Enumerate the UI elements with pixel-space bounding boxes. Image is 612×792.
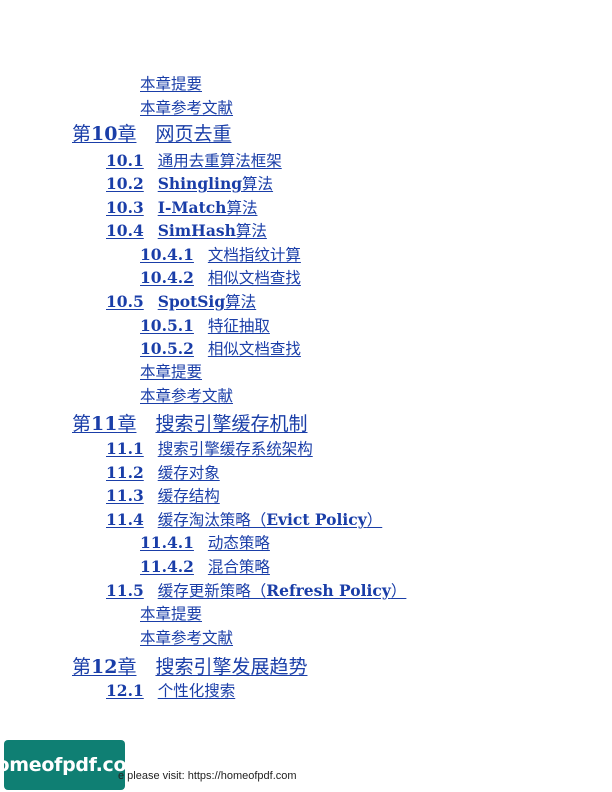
toc-entry[interactable]: 第10章 网页去重: [72, 119, 232, 146]
toc-entry[interactable]: 本章参考文献: [140, 626, 233, 648]
toc-entry[interactable]: 12.1 个性化搜索: [106, 679, 235, 701]
section-title: 通用去重算法框架: [157, 152, 282, 170]
chapter-number: 12: [91, 656, 118, 678]
toc-entry[interactable]: 10.5.1 特征抽取: [140, 314, 270, 336]
section-title: 相似文档查找: [207, 340, 301, 358]
chapter-title: 搜索引擎缓存机制: [155, 413, 308, 435]
section-title-bold: SimHash: [157, 221, 236, 240]
section-title: 本章参考文献: [140, 99, 234, 117]
section-title: 个性化搜索: [157, 682, 236, 700]
toc-entry[interactable]: 本章提要: [140, 602, 202, 624]
section-title: 本章参考文献: [140, 387, 234, 405]
toc-entry[interactable]: 10.1 通用去重算法框架: [106, 149, 282, 171]
toc-entry[interactable]: 11.1 搜索引擎缓存系统架构: [106, 437, 313, 459]
toc-entry[interactable]: 10.4.1 文档指纹计算: [140, 243, 301, 265]
section-number: 12.1: [106, 681, 144, 700]
section-title: 算法: [225, 293, 257, 311]
section-title-bold: I-Match: [157, 198, 227, 217]
section-title: 相似文档查找: [207, 269, 301, 287]
section-title: 本章提要: [140, 605, 203, 623]
site-logo-badge[interactable]: homeofpdf.com: [0, 740, 146, 790]
chapter-suffix: 章: [117, 123, 137, 145]
toc-entry[interactable]: 本章参考文献: [140, 384, 233, 406]
section-title: 缓存结构: [157, 487, 220, 505]
chapter-number: 11: [91, 413, 118, 435]
section-number: 11.3: [106, 486, 144, 505]
section-number: 10.5: [106, 292, 144, 311]
section-title: 算法: [235, 222, 267, 240]
chapter-suffix: 章: [117, 413, 137, 435]
toc-entry[interactable]: 10.4.2 相似文档查找: [140, 266, 301, 288]
section-title: 混合策略: [207, 558, 270, 576]
section-title: 文档指纹计算: [207, 246, 301, 264]
section-title: 本章提要: [140, 75, 203, 93]
chapter-prefix: 第: [72, 656, 92, 678]
chapter-title: 网页去重: [155, 123, 232, 145]
section-title: 算法: [226, 199, 258, 217]
section-number: 10.3: [106, 198, 144, 217]
toc-entry[interactable]: 本章提要: [140, 72, 202, 94]
toc-entry[interactable]: 11.4.2 混合策略: [140, 555, 270, 577]
toc-entry[interactable]: 10.5.2 相似文档查找: [140, 337, 301, 359]
section-title: 本章提要: [140, 363, 203, 381]
section-number: 10.1: [106, 151, 144, 170]
toc-entry[interactable]: 11.4.1 动态策略: [140, 531, 270, 553]
section-number: 10.2: [106, 174, 144, 193]
section-number: 11.2: [106, 463, 144, 482]
section-title-end: ）: [390, 582, 407, 600]
toc-entry[interactable]: 本章参考文献: [140, 96, 233, 118]
section-number: 11.4: [106, 510, 144, 529]
section-title-bold: Shingling: [157, 174, 243, 193]
section-title-bold: Refresh Policy: [266, 581, 391, 600]
section-number: 11.5: [106, 581, 144, 600]
section-title: 缓存淘汰策略（: [157, 511, 267, 529]
toc-entry[interactable]: 第12章 搜索引擎发展趋势: [72, 652, 308, 679]
toc-entry[interactable]: 第11章 搜索引擎缓存机制: [72, 409, 308, 436]
toc-entry[interactable]: 10.2 Shingling算法: [106, 172, 273, 194]
chapter-prefix: 第: [72, 123, 92, 145]
section-number: 10.4.1: [140, 245, 194, 264]
section-number: 11.1: [106, 439, 144, 458]
section-title-bold: SpotSig: [157, 292, 226, 311]
section-title: 动态策略: [207, 534, 270, 552]
section-title: 缓存对象: [157, 464, 220, 482]
chapter-suffix: 章: [117, 656, 137, 678]
toc-entry[interactable]: 10.3 I-Match算法: [106, 196, 257, 218]
section-title: 搜索引擎缓存系统架构: [157, 440, 313, 458]
toc-entry[interactable]: 11.2 缓存对象: [106, 461, 220, 483]
footer-visit-text: e please visit: https://homeofpdf.com: [118, 770, 297, 782]
chapter-title: 搜索引擎发展趋势: [155, 656, 308, 678]
chapter-number: 10: [91, 123, 118, 145]
toc-entry[interactable]: 本章提要: [140, 360, 202, 382]
toc-entry[interactable]: 11.4 缓存淘汰策略（Evict Policy）: [106, 508, 382, 530]
section-number: 10.4: [106, 221, 144, 240]
section-number: 10.5.1: [140, 316, 194, 335]
section-title-bold: Evict Policy: [266, 510, 367, 529]
section-title: 特征抽取: [207, 317, 270, 335]
section-number: 10.4.2: [140, 268, 194, 287]
section-title-end: ）: [366, 511, 383, 529]
toc-entry[interactable]: 11.3 缓存结构: [106, 484, 220, 506]
section-title: 缓存更新策略（: [157, 582, 267, 600]
section-number: 11.4.2: [140, 557, 194, 576]
chapter-prefix: 第: [72, 413, 92, 435]
toc-entry[interactable]: 11.5 缓存更新策略（Refresh Policy）: [106, 579, 406, 601]
toc-entry[interactable]: 10.4 SimHash算法: [106, 219, 267, 241]
section-number: 10.5.2: [140, 339, 194, 358]
toc-entry[interactable]: 10.5 SpotSig算法: [106, 290, 256, 312]
section-title: 算法: [242, 175, 274, 193]
section-number: 11.4.1: [140, 533, 194, 552]
section-title: 本章参考文献: [140, 629, 234, 647]
